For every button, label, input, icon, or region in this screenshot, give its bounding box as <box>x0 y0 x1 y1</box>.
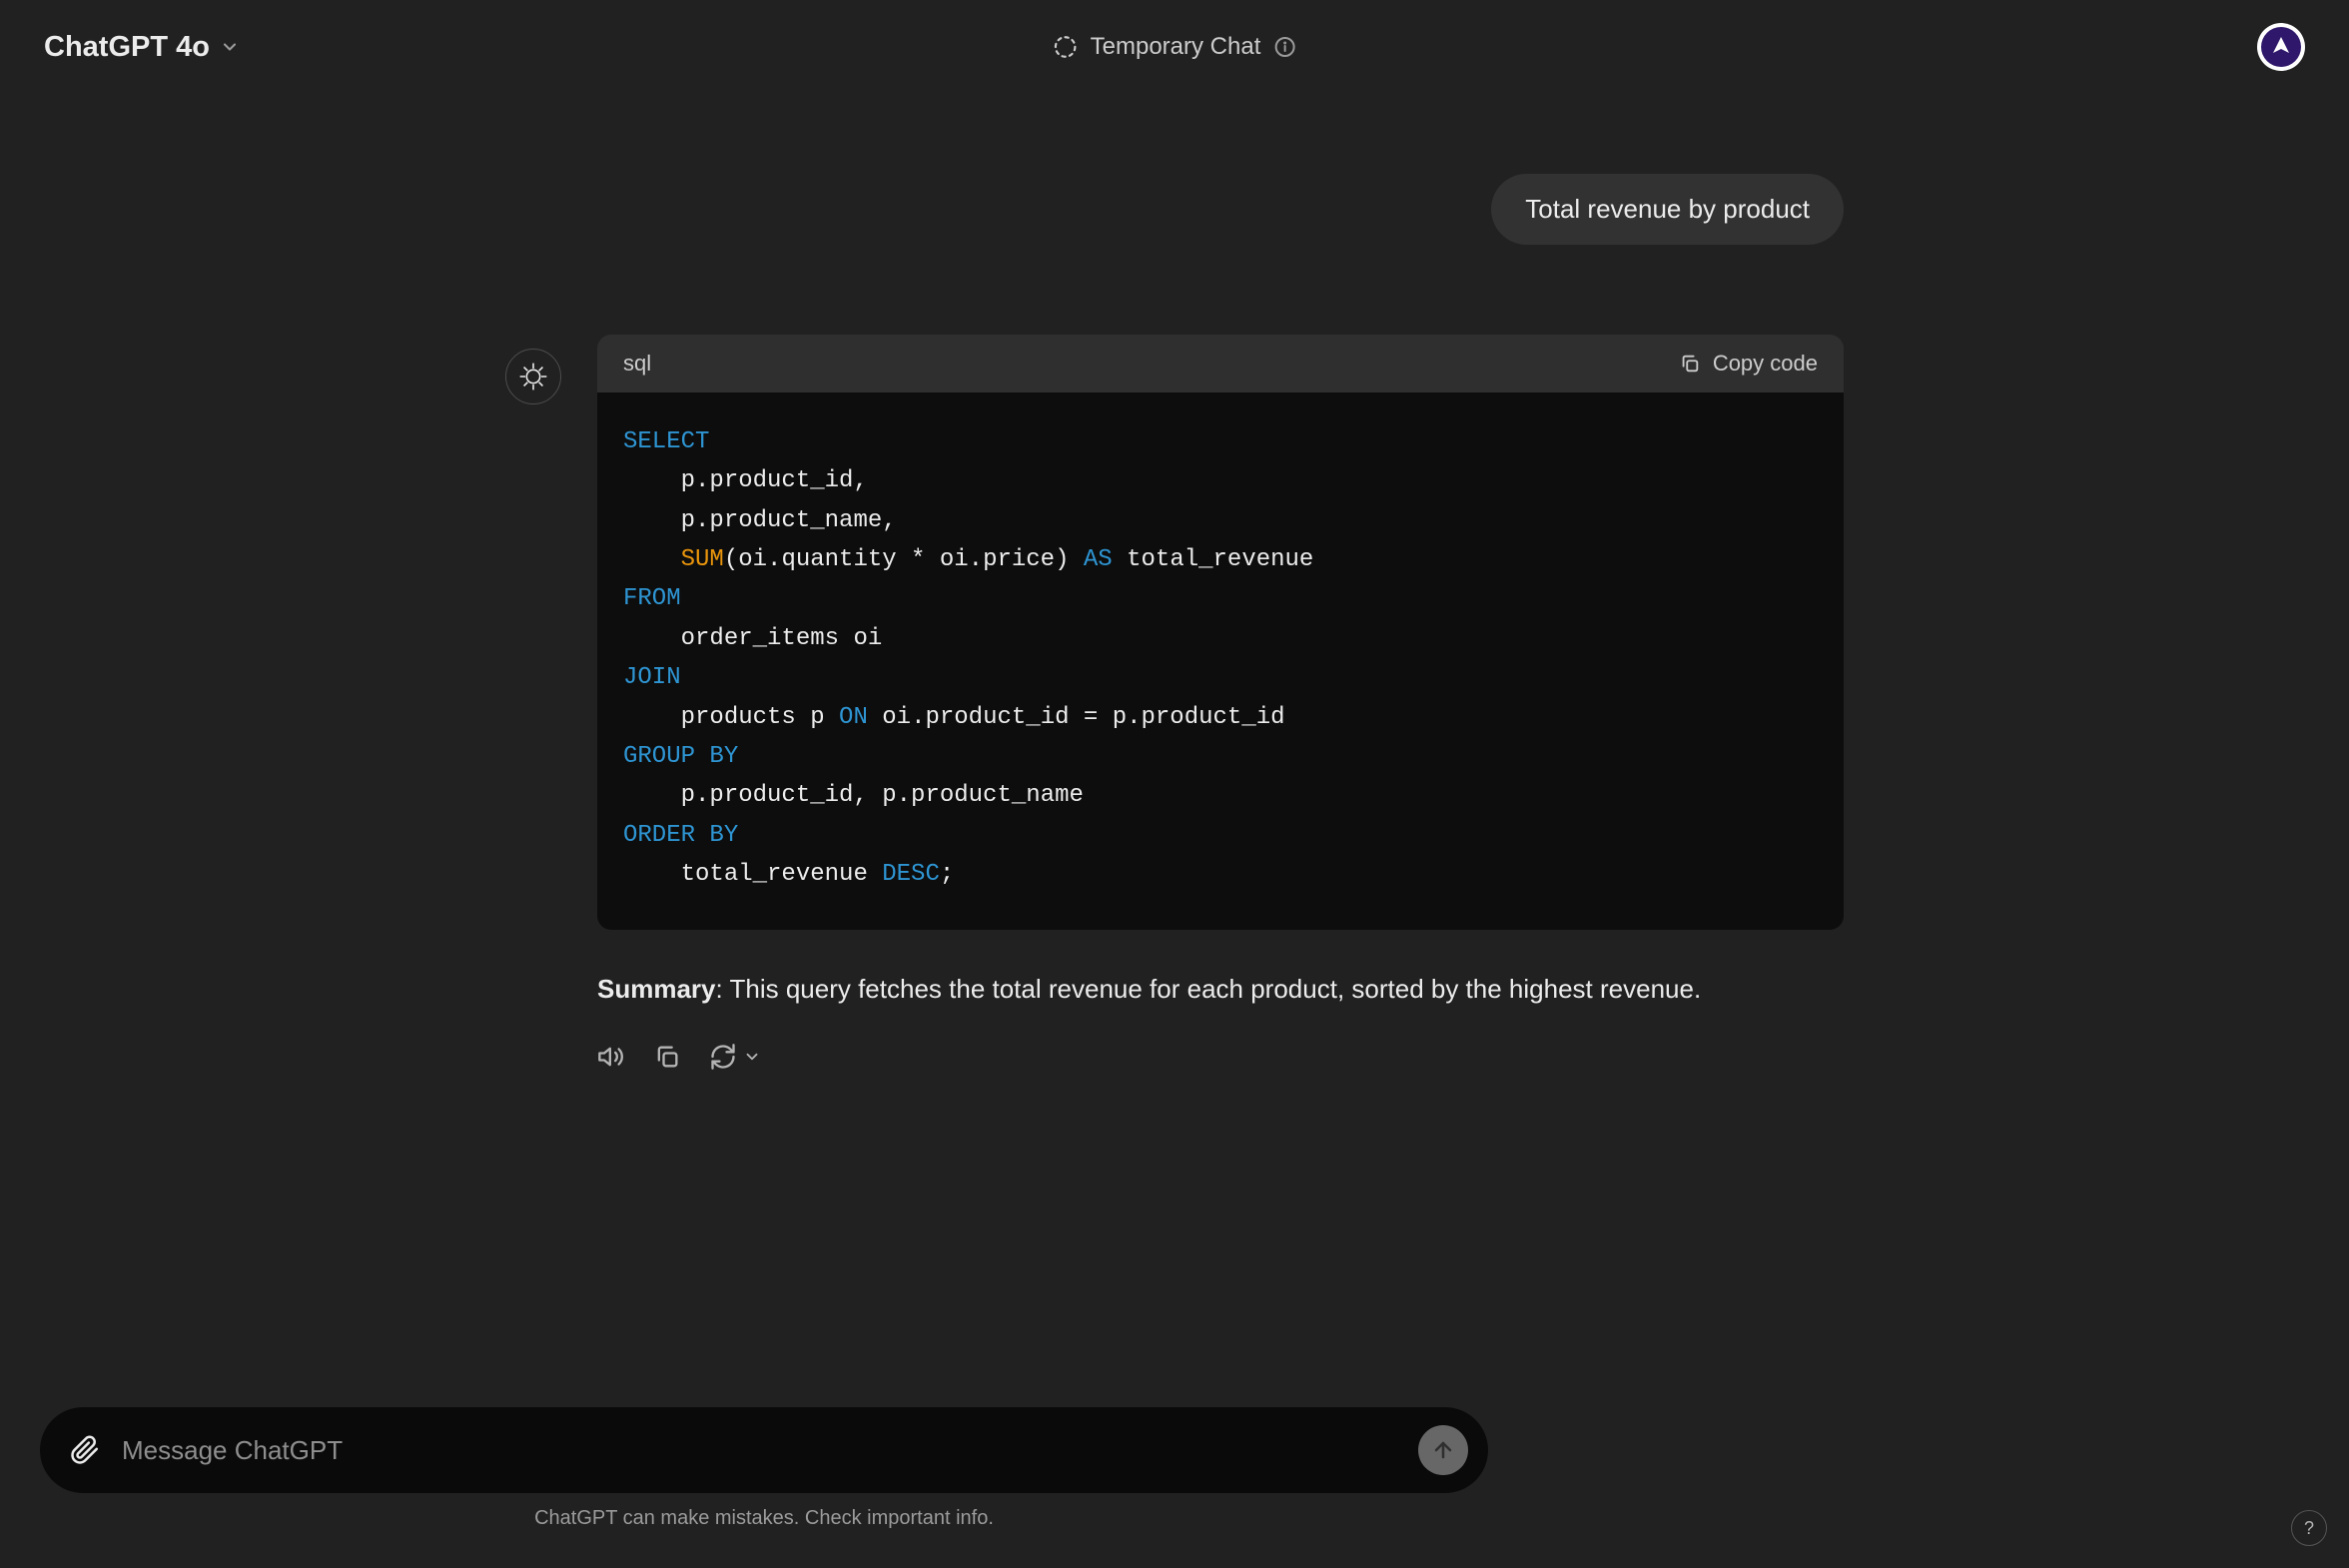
speaker-icon <box>597 1043 625 1071</box>
copy-code-button[interactable]: Copy code <box>1679 351 1818 377</box>
paperclip-icon <box>70 1435 100 1465</box>
code-block: sql Copy code SELECT p.product_id, p.pro… <box>597 335 1844 930</box>
header-right <box>2257 23 2305 71</box>
summary-text: : This query fetches the total revenue f… <box>716 974 1702 1004</box>
message-input[interactable] <box>122 1435 1396 1466</box>
input-area: ChatGPT can make mistakes. Check importa… <box>0 1407 1528 1568</box>
read-aloud-button[interactable] <box>597 1043 625 1071</box>
arrow-up-icon <box>1431 1438 1455 1462</box>
send-button[interactable] <box>1418 1425 1468 1475</box>
summary-line: Summary: This query fetches the total re… <box>597 970 1844 1009</box>
assistant-content: sql Copy code SELECT p.product_id, p.pro… <box>597 335 1844 1071</box>
input-bar <box>40 1407 1488 1493</box>
code-body[interactable]: SELECT p.product_id, p.product_name, SUM… <box>597 392 1844 930</box>
summary-label: Summary <box>597 974 716 1004</box>
main-content: Total revenue by product sql <box>0 94 2349 1407</box>
info-icon[interactable] <box>1272 35 1296 59</box>
model-name: ChatGPT 4o <box>44 31 210 64</box>
assistant-message-row: sql Copy code SELECT p.product_id, p.pro… <box>505 335 1844 1071</box>
copy-icon <box>653 1043 681 1071</box>
brand-icon[interactable] <box>2257 23 2305 71</box>
temp-chat-label: Temporary Chat <box>1091 33 1261 61</box>
code-header: sql Copy code <box>597 335 1844 392</box>
code-language-label: sql <box>623 351 651 377</box>
copy-code-label: Copy code <box>1713 351 1818 377</box>
user-message-text: Total revenue by product <box>1525 194 1810 224</box>
assistant-avatar <box>505 349 561 404</box>
copy-icon <box>1679 353 1701 375</box>
model-selector[interactable]: ChatGPT 4o <box>44 31 240 64</box>
footer-note: ChatGPT can make mistakes. Check importa… <box>40 1493 1488 1548</box>
message-actions <box>597 1043 1844 1071</box>
chevron-down-icon <box>220 37 240 57</box>
chevron-down-icon <box>743 1048 761 1066</box>
help-button[interactable]: ? <box>2291 1510 2327 1546</box>
temporary-chat-indicator[interactable]: Temporary Chat <box>1053 33 1297 61</box>
dashed-circle-icon <box>1053 34 1079 60</box>
conversation: Total revenue by product sql <box>465 174 1884 1111</box>
regenerate-button[interactable] <box>709 1043 761 1071</box>
openai-logo-icon <box>517 361 549 392</box>
attach-button[interactable] <box>70 1435 100 1465</box>
copy-message-button[interactable] <box>653 1043 681 1071</box>
header: ChatGPT 4o Temporary Chat <box>0 0 2349 94</box>
help-label: ? <box>2304 1518 2314 1539</box>
user-message-row: Total revenue by product <box>505 174 1844 245</box>
user-message-bubble: Total revenue by product <box>1491 174 1844 245</box>
refresh-icon <box>709 1043 737 1071</box>
